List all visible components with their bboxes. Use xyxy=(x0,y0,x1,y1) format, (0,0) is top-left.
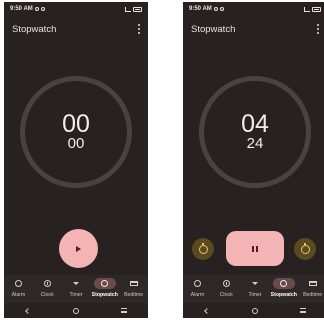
bed-icon xyxy=(308,281,317,286)
nav-label: Clock xyxy=(219,292,233,298)
nav-bedtime[interactable]: Bedtime xyxy=(120,278,148,298)
back-button[interactable] xyxy=(21,305,35,317)
hourglass-icon xyxy=(72,282,79,285)
battery-icon xyxy=(133,6,142,12)
start-button[interactable] xyxy=(59,229,98,268)
bed-icon xyxy=(129,281,138,286)
notification-icon xyxy=(40,7,45,11)
bottom-navigation: Alarm Clock Timer Stopwatch Bedtime xyxy=(183,275,324,303)
bottom-navigation: Alarm Clock Timer Stopwatch Bedtime xyxy=(4,275,148,303)
elapsed-seconds: 00 xyxy=(62,110,90,138)
notification-icon xyxy=(213,7,218,11)
page-title: Stopwatch xyxy=(191,24,236,35)
home-icon xyxy=(252,307,258,314)
system-navigation xyxy=(4,303,148,318)
clock-icon xyxy=(43,280,51,287)
nav-label: Alarm xyxy=(190,292,205,298)
home-icon xyxy=(73,307,79,314)
system-navigation xyxy=(183,303,324,318)
status-time: 9:50 AM xyxy=(10,6,33,12)
play-icon xyxy=(76,245,81,252)
pause-button[interactable] xyxy=(226,231,284,266)
status-bar: 9:50 AM xyxy=(183,2,324,16)
signal-icon xyxy=(125,6,131,12)
nav-alarm[interactable]: Alarm xyxy=(4,278,32,298)
stopwatch-icon xyxy=(101,280,109,287)
recents-icon xyxy=(121,308,127,313)
signal-icon xyxy=(304,6,310,12)
page-title: Stopwatch xyxy=(12,24,57,35)
nav-label: Clock xyxy=(40,292,54,298)
recents-button[interactable] xyxy=(296,305,310,317)
nav-clock[interactable]: Clock xyxy=(212,278,240,298)
elapsed-seconds: 04 xyxy=(241,110,269,138)
notification-icon xyxy=(219,7,224,11)
pause-icon xyxy=(256,245,258,252)
elapsed-hundredths: 24 xyxy=(246,135,264,152)
nav-stopwatch[interactable]: Stopwatch xyxy=(270,278,298,298)
status-bar: 9:50 AM xyxy=(4,2,148,16)
nav-alarm[interactable]: Alarm xyxy=(183,278,211,298)
kebab-menu-icon[interactable] xyxy=(315,24,321,34)
clock-icon xyxy=(222,280,230,287)
nav-label: Stopwatch xyxy=(270,292,297,298)
recents-button[interactable] xyxy=(117,305,131,317)
kebab-menu-icon[interactable] xyxy=(136,24,142,34)
lap-button[interactable] xyxy=(294,238,316,260)
notification-icon xyxy=(34,7,39,11)
nav-bedtime[interactable]: Bedtime xyxy=(299,278,324,298)
stopwatch-screen-stopped: 9:50 AM Stopwatch 00 00 Alarm Clock Time… xyxy=(4,2,148,318)
nav-timer[interactable]: Timer xyxy=(62,278,90,298)
elapsed-hundredths: 00 xyxy=(67,135,85,152)
lap-icon xyxy=(300,242,310,254)
battery-icon xyxy=(312,6,321,12)
alarm-icon xyxy=(14,280,22,287)
status-time: 9:50 AM xyxy=(189,6,212,12)
nav-clock[interactable]: Clock xyxy=(33,278,61,298)
back-icon xyxy=(204,307,210,314)
nav-timer[interactable]: Timer xyxy=(241,278,269,298)
stopwatch-icon xyxy=(280,280,288,287)
alarm-icon xyxy=(193,280,201,287)
nav-stopwatch[interactable]: Stopwatch xyxy=(91,278,119,298)
nav-label: Bedtime xyxy=(303,292,323,298)
pause-icon xyxy=(252,245,254,252)
home-button[interactable] xyxy=(69,305,83,317)
home-button[interactable] xyxy=(248,305,262,317)
hourglass-icon xyxy=(251,282,258,285)
recents-icon xyxy=(300,308,306,313)
nav-label: Stopwatch xyxy=(91,292,118,298)
nav-label: Timer xyxy=(248,292,262,298)
nav-label: Alarm xyxy=(11,292,26,298)
stopwatch-screen-running: 9:50 AM Stopwatch 04 24 Alarm Clock Time… xyxy=(183,2,324,318)
reset-icon xyxy=(198,242,208,254)
nav-label: Timer xyxy=(69,292,83,298)
back-icon xyxy=(25,307,31,314)
nav-label: Bedtime xyxy=(124,292,144,298)
reset-button[interactable] xyxy=(192,238,214,260)
back-button[interactable] xyxy=(200,305,214,317)
